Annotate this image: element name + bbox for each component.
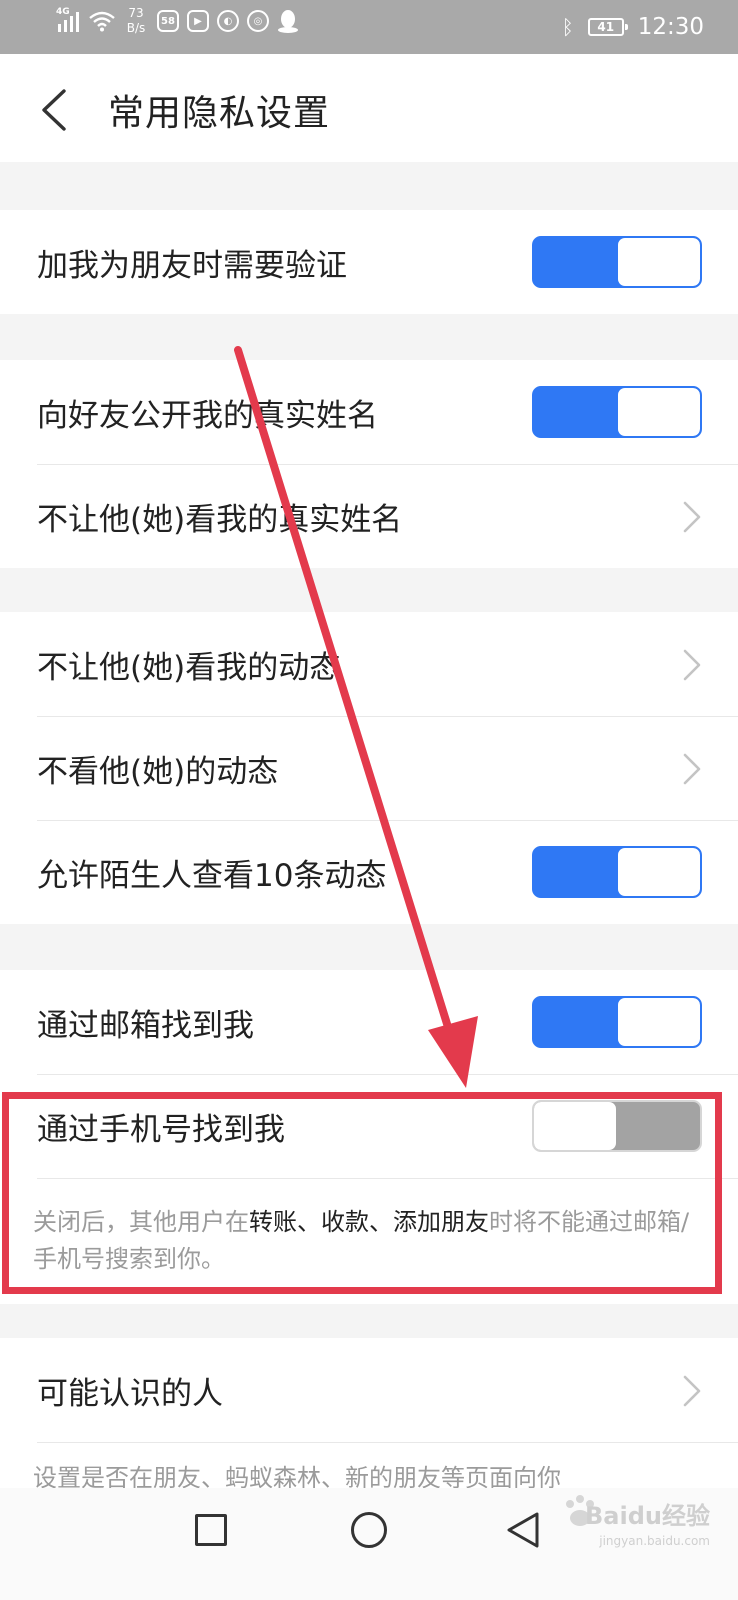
public-real-name-toggle[interactable] [532, 386, 702, 438]
network-speed: 73 B/s [126, 6, 146, 35]
setting-label: 不让他(她)看我的真实姓名 [37, 501, 403, 538]
bluetooth-icon: ᛒ [561, 15, 574, 39]
qq-penguin-icon [278, 10, 298, 33]
nav-bar: 常用隐私设置 [0, 54, 738, 162]
chevron-right-icon [683, 501, 701, 533]
app-58-icon: 58 [157, 10, 179, 32]
find-by-phone-toggle[interactable] [532, 1100, 702, 1152]
setting-row-find-by-email: 通过邮箱找到我 [0, 970, 738, 1074]
chevron-right-icon [683, 649, 701, 681]
section-people: 可能认识的人 设置是否在朋友、蚂蚁森林、新的朋友等页面向你 [0, 1338, 738, 1492]
setting-row-public-real-name: 向好友公开我的真实姓名 [0, 360, 738, 464]
section-real-name: 向好友公开我的真实姓名 不让他(她)看我的真实姓名 [0, 360, 738, 568]
section-find-me: 通过邮箱找到我 通过手机号找到我 关闭后，其他用户在转账、收款、添加朋友时将不能… [0, 970, 738, 1304]
find-me-note: 关闭后，其他用户在转账、收款、添加朋友时将不能通过邮箱/手机号搜索到你。 [0, 1178, 738, 1304]
browser-app-icon: ◐ [217, 10, 239, 32]
setting-label: 不让他(她)看我的动态 [37, 649, 341, 686]
page-title: 常用隐私设置 [108, 93, 331, 134]
clock: 12:30 [637, 14, 704, 40]
setting-label: 通过手机号找到我 [37, 1111, 285, 1148]
chevron-right-icon [683, 1375, 701, 1407]
back-arrow-icon[interactable] [38, 88, 70, 132]
setting-label: 向好友公开我的真实姓名 [37, 397, 378, 434]
watermark-brand: Baidu经验 [585, 1502, 710, 1530]
setting-row-hide-real-name[interactable]: 不让他(她)看我的真实姓名 [0, 464, 738, 568]
system-back-button[interactable] [505, 1510, 541, 1550]
chevron-right-icon [683, 753, 701, 785]
wifi-icon [89, 11, 115, 32]
stranger-moments-toggle[interactable] [532, 846, 702, 898]
recent-apps-button[interactable] [195, 1514, 227, 1546]
setting-label: 加我为朋友时需要验证 [37, 247, 347, 284]
find-by-email-toggle[interactable] [532, 996, 702, 1048]
setting-row-hide-their-moments[interactable]: 不看他(她)的动态 [0, 716, 738, 820]
setting-row-stranger-moments: 允许陌生人查看10条动态 [0, 820, 738, 924]
section-verify: 加我为朋友时需要验证 [0, 210, 738, 314]
verify-friend-toggle[interactable] [532, 236, 702, 288]
setting-label: 允许陌生人查看10条动态 [37, 857, 387, 894]
signal-icon: 4G [56, 7, 79, 32]
video-app-icon: ▶ [187, 10, 209, 32]
setting-label: 可能认识的人 [37, 1375, 223, 1412]
status-bar: 4G 73 B/s 58 ▶ ◐ ◎ ᛒ 41 12:30 [0, 0, 738, 54]
setting-row-people-you-may-know[interactable]: 可能认识的人 [0, 1338, 738, 1442]
battery-icon: 41 [587, 18, 628, 36]
section-moments: 不让他(她)看我的动态 不看他(她)的动态 允许陌生人查看10条动态 [0, 612, 738, 924]
home-button[interactable] [351, 1512, 387, 1548]
setting-row-hide-my-moments[interactable]: 不让他(她)看我的动态 [0, 612, 738, 716]
setting-label: 不看他(她)的动态 [37, 753, 279, 790]
baidu-watermark: Baidu经验 jingyan.baidu.com [560, 1492, 710, 1548]
setting-label: 通过邮箱找到我 [37, 1007, 254, 1044]
setting-row-find-by-phone: 通过手机号找到我 [0, 1074, 738, 1178]
setting-row-verify-friend: 加我为朋友时需要验证 [0, 210, 738, 314]
camera-app-icon: ◎ [247, 10, 269, 32]
network-type: 4G [56, 7, 70, 17]
watermark-url: jingyan.baidu.com [599, 1534, 710, 1548]
